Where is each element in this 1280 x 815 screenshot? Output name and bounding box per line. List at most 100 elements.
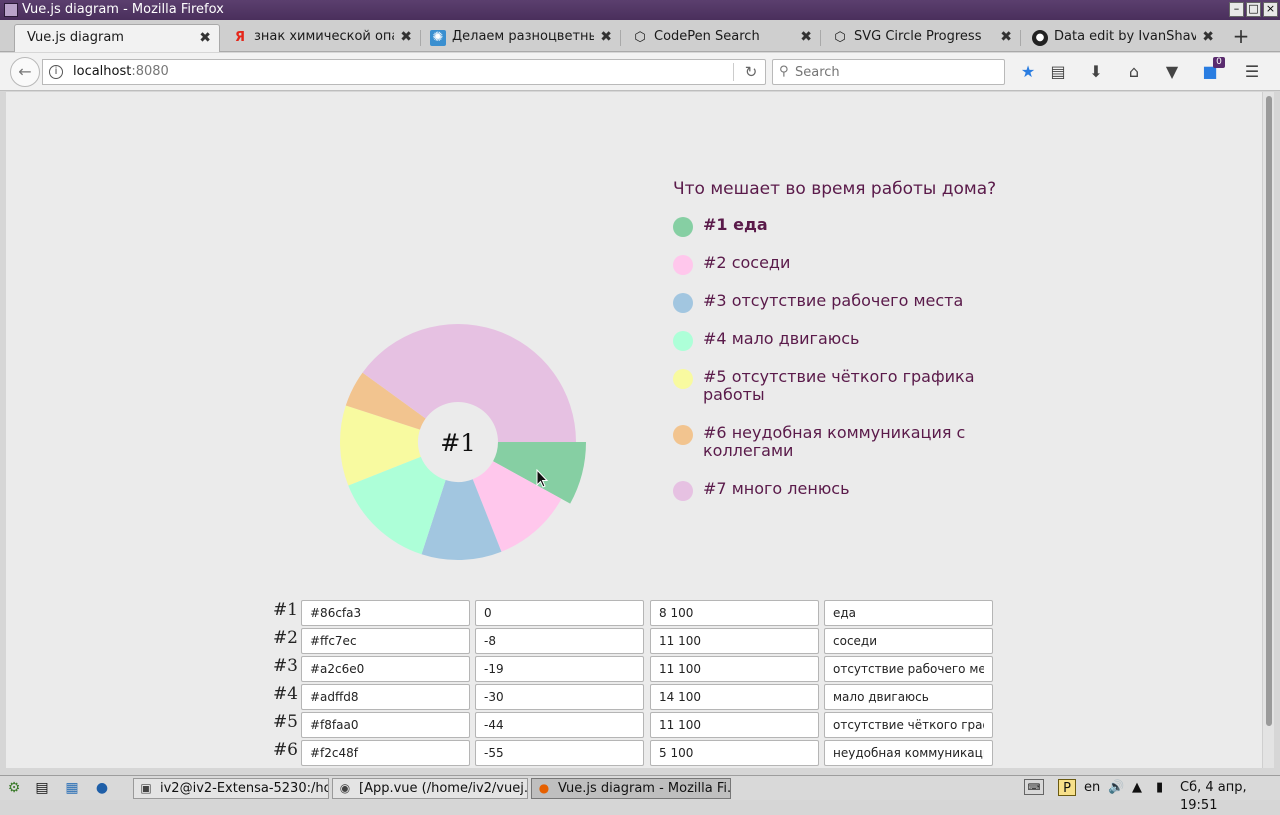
tab-yandex[interactable]: Я знак химической опа... ✖ — [222, 24, 421, 52]
tab-codepen-search[interactable]: ⬡ CodePen Search ✖ — [622, 24, 821, 52]
taskbar-task[interactable]: ◉ [App.vue (/home/iv2/vuej... — [332, 778, 528, 799]
page-content: #1 Что мешает во время работы дома? #1 е… — [6, 92, 1262, 768]
file-manager-icon[interactable]: ▦ — [62, 779, 82, 797]
search-bar[interactable]: ⚲ — [772, 59, 1005, 85]
back-button[interactable]: ← — [10, 57, 40, 87]
taskbar-task[interactable]: ● Vue.js diagram - Mozilla Fi... — [531, 778, 731, 799]
tab-github[interactable]: ● Data edit by IvanShavli... ✖ — [1022, 24, 1222, 52]
row-number: #2 — [272, 628, 298, 648]
legend-item-label: отсутствие рабочего места — [731, 291, 964, 310]
value-field[interactable] — [650, 628, 819, 654]
task-label: [App.vue (/home/iv2/vuej... — [359, 781, 528, 796]
reload-icon[interactable]: ↻ — [739, 60, 763, 84]
keyboard-layout[interactable]: en — [1084, 779, 1100, 797]
maximize-button[interactable]: □ — [1246, 2, 1261, 17]
label-field[interactable] — [824, 628, 993, 654]
codepen-icon: ⬡ — [834, 30, 846, 45]
table-row: #4 — [268, 682, 1008, 710]
window-titlebar: Vue.js diagram - Mozilla Firefox – □ × — [0, 0, 1280, 20]
value-field[interactable] — [650, 740, 819, 766]
legend-color-dot — [673, 481, 693, 501]
search-input[interactable] — [795, 61, 995, 83]
legend-item[interactable]: #1 еда — [673, 216, 1013, 237]
close-tab-icon[interactable]: ✖ — [199, 25, 211, 51]
home-icon[interactable]: ⌂ — [1122, 61, 1146, 83]
new-tab-button[interactable]: + — [1228, 24, 1254, 50]
menu-icon[interactable]: ☰ — [1240, 61, 1264, 83]
battery-icon[interactable]: ▮ — [1156, 779, 1163, 797]
offset-field[interactable] — [475, 684, 644, 710]
taskbar-task[interactable]: ▣ iv2@iv2-Extensa-5230:/ho... — [133, 778, 329, 799]
scrollbar-thumb[interactable] — [1266, 96, 1272, 726]
desktop-icon[interactable]: ▤ — [32, 779, 52, 797]
donut-chart: #1 — [340, 324, 586, 560]
tab-vue-diagram[interactable]: Vue.js diagram ✖ — [14, 24, 220, 52]
legend-color-dot — [673, 217, 693, 237]
close-tab-icon[interactable]: ✖ — [1202, 24, 1214, 50]
value-field[interactable] — [650, 656, 819, 682]
tab-svg-circle[interactable]: ⬡ SVG Circle Progress ✖ — [822, 24, 1021, 52]
label-field[interactable] — [824, 712, 993, 738]
github-icon: ● — [1032, 30, 1048, 46]
url-bar[interactable]: i localhost:8080 ↻ — [42, 59, 766, 85]
legend-item[interactable]: #2 соседи — [673, 254, 1013, 275]
legend-item-number: #5 — [703, 367, 727, 386]
keyboard-icon[interactable]: ⌨ — [1024, 779, 1044, 795]
close-window-button[interactable]: × — [1263, 2, 1278, 17]
bookmark-star-icon[interactable]: ★ — [1016, 61, 1040, 83]
site-info-icon[interactable]: i — [49, 65, 63, 79]
legend-item[interactable]: #4 мало двигаюсь — [673, 330, 1013, 351]
tab-strip: Vue.js diagram ✖ Я знак химической опа..… — [0, 20, 1280, 52]
tab-colorful[interactable]: ✺ Делаем разноцветны... ✖ — [420, 24, 621, 52]
legend-color-dot — [673, 293, 693, 313]
color-field[interactable] — [301, 656, 470, 682]
value-field[interactable] — [650, 684, 819, 710]
legend-item[interactable]: #7 много ленюсь — [673, 480, 1013, 501]
editor-icon: ◉ — [339, 781, 351, 795]
url-text[interactable]: localhost:8080 — [73, 60, 169, 84]
offset-field[interactable] — [475, 628, 644, 654]
label-field[interactable] — [824, 656, 993, 682]
row-number: #5 — [272, 712, 298, 732]
close-tab-icon[interactable]: ✖ — [600, 24, 612, 50]
close-tab-icon[interactable]: ✖ — [800, 24, 812, 50]
legend-item[interactable]: #6 неудобная коммуникация с коллегами — [673, 424, 1013, 460]
offset-field[interactable] — [475, 656, 644, 682]
table-row: #6 — [268, 738, 1008, 766]
volume-icon[interactable]: 🔊 — [1108, 779, 1124, 797]
close-tab-icon[interactable]: ✖ — [400, 24, 412, 50]
legend-item[interactable]: #5 отсутствие чёткого графика работы — [673, 368, 1013, 404]
reading-list-icon[interactable]: ▤ — [1046, 61, 1070, 83]
label-field[interactable] — [824, 684, 993, 710]
offset-field[interactable] — [475, 712, 644, 738]
vertical-scrollbar[interactable] — [1262, 92, 1274, 768]
label-field[interactable] — [824, 740, 993, 766]
network-signal-icon[interactable]: ▲ — [1132, 779, 1142, 797]
color-field[interactable] — [301, 628, 470, 654]
color-field[interactable] — [301, 600, 470, 626]
color-field[interactable] — [301, 684, 470, 710]
yandex-icon: Я — [234, 30, 245, 45]
browser-launcher-icon[interactable]: ● — [92, 779, 112, 797]
color-field[interactable] — [301, 712, 470, 738]
label-field[interactable] — [824, 600, 993, 626]
task-label: Vue.js diagram - Mozilla Fi... — [558, 781, 731, 796]
start-menu-icon[interactable]: ⚙ — [4, 779, 24, 797]
clock[interactable]: Сб, 4 апр, 19:51 — [1180, 779, 1280, 815]
offset-field[interactable] — [475, 600, 644, 626]
offset-field[interactable] — [475, 740, 644, 766]
value-field[interactable] — [650, 600, 819, 626]
window-menu-icon[interactable] — [4, 3, 18, 17]
tab-label: знак химической опа... — [254, 29, 394, 44]
clipboard-icon[interactable]: P — [1058, 779, 1076, 796]
tab-label: CodePen Search — [654, 29, 760, 44]
downloads-icon[interactable]: ⬇ — [1084, 61, 1108, 83]
minimize-button[interactable]: – — [1229, 2, 1244, 17]
legend-item[interactable]: #3 отсутствие рабочего места — [673, 291, 1013, 313]
close-tab-icon[interactable]: ✖ — [1000, 24, 1012, 50]
pocket-icon[interactable]: ▼ — [1160, 61, 1184, 83]
color-field[interactable] — [301, 740, 470, 766]
firefox-icon: ● — [538, 781, 550, 795]
legend-color-dot — [673, 425, 693, 445]
value-field[interactable] — [650, 712, 819, 738]
